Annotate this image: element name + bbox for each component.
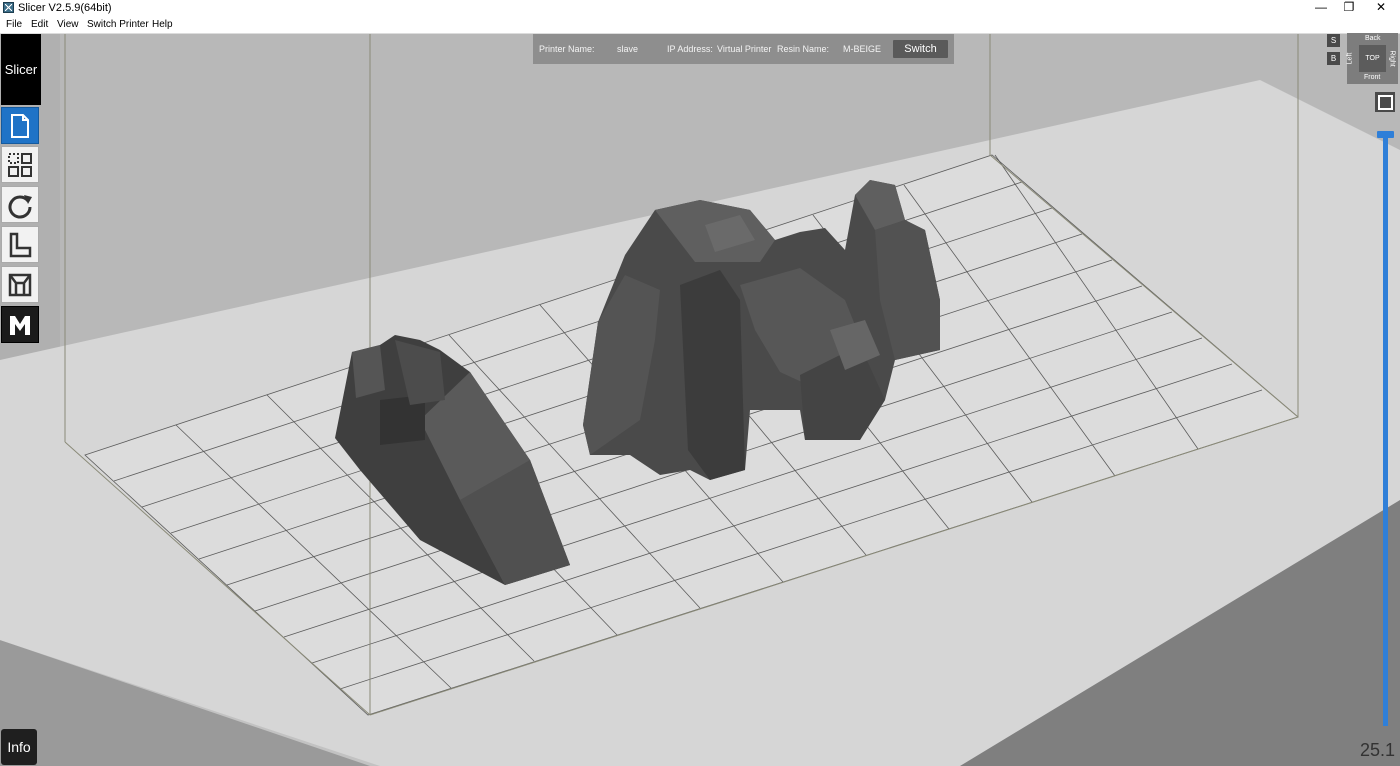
printer-name-value: slave	[617, 44, 639, 54]
rotate-button[interactable]	[1, 186, 39, 223]
view-cube-back[interactable]: Back	[1365, 35, 1381, 42]
scale-icon	[9, 232, 32, 257]
file-icon	[11, 113, 29, 138]
close-button[interactable]: ✕	[1364, 0, 1398, 16]
window-title: Slicer V2.5.9(64bit)	[18, 2, 112, 14]
view-cube-right[interactable]: Right	[1389, 50, 1396, 66]
scene-canvas[interactable]	[0, 34, 1400, 766]
ip-address-value: Virtual Printer	[717, 44, 772, 54]
layer-value: 25.1	[1360, 740, 1396, 760]
wireframe-toggle-button[interactable]	[1375, 92, 1395, 112]
printer-name-label: Printer Name:	[539, 44, 595, 54]
view-cube[interactable]: Back Front Left Right TOP	[1346, 33, 1398, 84]
s-view-button[interactable]: S	[1327, 34, 1340, 47]
b-view-button[interactable]: B	[1327, 52, 1340, 65]
menu-switch-printer[interactable]: Switch Printer	[87, 19, 149, 30]
slicer-button[interactable]: Slicer	[1, 34, 41, 105]
ip-address-label: IP Address:	[667, 44, 713, 54]
menu-edit[interactable]: Edit	[31, 19, 48, 30]
switch-button[interactable]: Switch	[893, 40, 948, 58]
layer-slider-track[interactable]	[1383, 133, 1388, 726]
resin-name-value: M-BEIGE	[843, 44, 882, 54]
view-cube-left[interactable]: Left	[1346, 53, 1353, 65]
scale-button[interactable]	[1, 226, 39, 263]
open-file-button[interactable]	[1, 107, 39, 144]
menu-view[interactable]: View	[57, 19, 79, 30]
view-cube-front[interactable]: Front	[1364, 74, 1380, 81]
m-icon	[10, 315, 30, 335]
layout-grid-icon	[8, 152, 32, 177]
3d-viewport[interactable]	[0, 34, 1400, 766]
app-icon	[3, 2, 14, 13]
support-button[interactable]	[1, 266, 39, 303]
layer-slider-handle[interactable]	[1377, 131, 1394, 138]
menu-help[interactable]: Help	[152, 19, 173, 30]
view-cube-top[interactable]: TOP	[1359, 45, 1386, 72]
info-button[interactable]: Info	[1, 729, 37, 765]
m-tool-button[interactable]	[1, 306, 39, 343]
restore-button[interactable]: ❐	[1332, 0, 1366, 16]
square-icon	[1377, 94, 1393, 110]
arrange-button[interactable]	[1, 146, 39, 183]
rotate-icon	[8, 194, 32, 218]
menu-bar: File Edit View Switch Printer Help	[0, 16, 1400, 34]
title-bar: Slicer V2.5.9(64bit) — ❐ ✕	[0, 0, 1400, 16]
menu-file[interactable]: File	[6, 19, 22, 30]
printer-info-bar: Printer Name: slave IP Address: Virtual …	[533, 34, 954, 64]
resin-name-label: Resin Name:	[777, 44, 830, 54]
support-icon	[8, 273, 32, 296]
